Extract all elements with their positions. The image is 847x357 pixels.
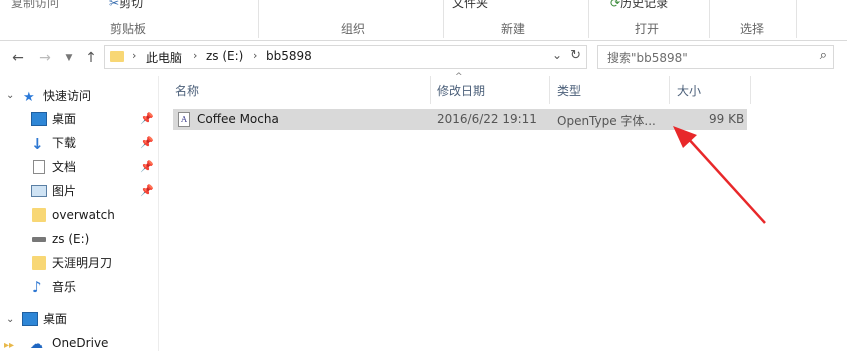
red-arrow bbox=[673, 126, 766, 224]
red-arrow-shaft bbox=[685, 135, 766, 224]
